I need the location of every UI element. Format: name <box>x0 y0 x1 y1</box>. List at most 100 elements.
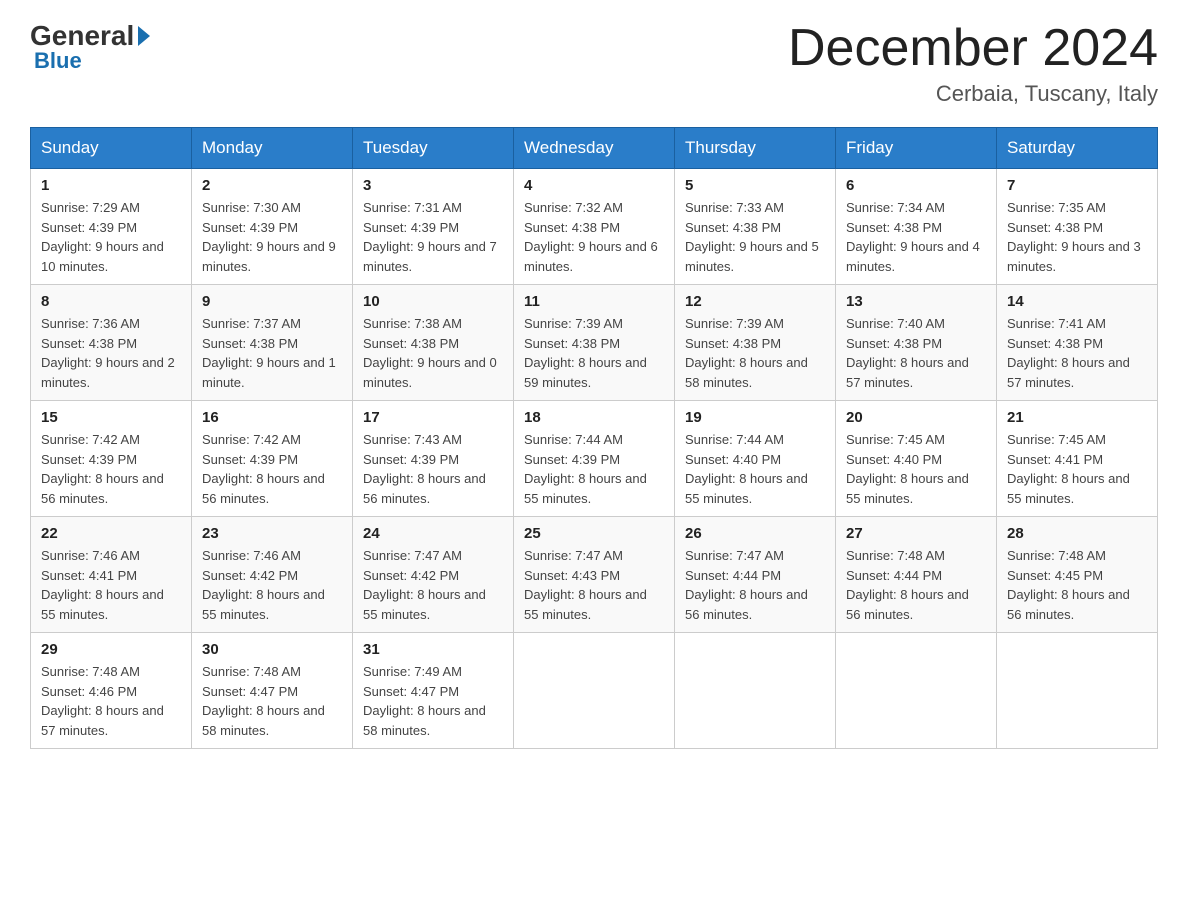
calendar-cell: 9 Sunrise: 7:37 AMSunset: 4:38 PMDaylight… <box>192 285 353 401</box>
day-number: 12 <box>685 293 825 310</box>
day-number: 29 <box>41 641 181 658</box>
calendar-cell: 30 Sunrise: 7:48 AMSunset: 4:47 PMDayligh… <box>192 633 353 749</box>
calendar-cell: 11 Sunrise: 7:39 AMSunset: 4:38 PMDayligh… <box>514 285 675 401</box>
day-number: 21 <box>1007 409 1147 426</box>
calendar-cell: 3 Sunrise: 7:31 AMSunset: 4:39 PMDaylight… <box>353 169 514 285</box>
day-info: Sunrise: 7:30 AMSunset: 4:39 PMDaylight:… <box>202 198 342 276</box>
calendar-cell: 8Sunrise: 7:36 AMSunset: 4:38 PMDaylight… <box>31 285 192 401</box>
calendar-cell: 18 Sunrise: 7:44 AMSunset: 4:39 PMDayligh… <box>514 401 675 517</box>
logo-arrow-icon <box>138 26 150 46</box>
calendar-cell: 19 Sunrise: 7:44 AMSunset: 4:40 PMDayligh… <box>675 401 836 517</box>
day-number: 19 <box>685 409 825 426</box>
day-info: Sunrise: 7:37 AMSunset: 4:38 PMDaylight:… <box>202 314 342 392</box>
day-info: Sunrise: 7:47 AMSunset: 4:43 PMDaylight:… <box>524 546 664 624</box>
calendar-cell: 13Sunrise: 7:40 AMSunset: 4:38 PMDayligh… <box>836 285 997 401</box>
calendar-cell: 12 Sunrise: 7:39 AMSunset: 4:38 PMDayligh… <box>675 285 836 401</box>
calendar-cell: 29 Sunrise: 7:48 AMSunset: 4:46 PMDayligh… <box>31 633 192 749</box>
week-row-2: 8Sunrise: 7:36 AMSunset: 4:38 PMDaylight… <box>31 285 1158 401</box>
day-number: 1 <box>41 177 181 194</box>
calendar-cell: 21 Sunrise: 7:45 AMSunset: 4:41 PMDayligh… <box>997 401 1158 517</box>
calendar-cell: 20 Sunrise: 7:45 AMSunset: 4:40 PMDayligh… <box>836 401 997 517</box>
column-header-thursday: Thursday <box>675 128 836 169</box>
logo: General Blue <box>30 20 150 74</box>
column-header-monday: Monday <box>192 128 353 169</box>
day-number: 25 <box>524 525 664 542</box>
day-info: Sunrise: 7:46 AMSunset: 4:42 PMDaylight:… <box>202 546 342 624</box>
calendar-cell: 4 Sunrise: 7:32 AMSunset: 4:38 PMDaylight… <box>514 169 675 285</box>
location-subtitle: Cerbaia, Tuscany, Italy <box>788 81 1158 107</box>
calendar-cell: 17Sunrise: 7:43 AMSunset: 4:39 PMDayligh… <box>353 401 514 517</box>
calendar-cell <box>675 633 836 749</box>
day-info: Sunrise: 7:45 AMSunset: 4:41 PMDaylight:… <box>1007 430 1147 508</box>
calendar-cell: 24 Sunrise: 7:47 AMSunset: 4:42 PMDayligh… <box>353 517 514 633</box>
calendar-cell: 7Sunrise: 7:35 AMSunset: 4:38 PMDaylight… <box>997 169 1158 285</box>
day-info: Sunrise: 7:48 AMSunset: 4:44 PMDaylight:… <box>846 546 986 624</box>
day-info: Sunrise: 7:39 AMSunset: 4:38 PMDaylight:… <box>685 314 825 392</box>
page-header: General Blue December 2024 Cerbaia, Tusc… <box>30 20 1158 107</box>
day-number: 11 <box>524 293 664 310</box>
day-info: Sunrise: 7:44 AMSunset: 4:40 PMDaylight:… <box>685 430 825 508</box>
calendar-cell: 22Sunrise: 7:46 AMSunset: 4:41 PMDayligh… <box>31 517 192 633</box>
day-number: 15 <box>41 409 181 426</box>
day-number: 26 <box>685 525 825 542</box>
calendar-cell <box>836 633 997 749</box>
calendar-cell: 31 Sunrise: 7:49 AMSunset: 4:47 PMDayligh… <box>353 633 514 749</box>
calendar-cell: 28 Sunrise: 7:48 AMSunset: 4:45 PMDayligh… <box>997 517 1158 633</box>
column-header-saturday: Saturday <box>997 128 1158 169</box>
column-header-tuesday: Tuesday <box>353 128 514 169</box>
day-number: 27 <box>846 525 986 542</box>
calendar-cell: 25 Sunrise: 7:47 AMSunset: 4:43 PMDayligh… <box>514 517 675 633</box>
day-number: 2 <box>202 177 342 194</box>
title-section: December 2024 Cerbaia, Tuscany, Italy <box>788 20 1158 107</box>
day-number: 14 <box>1007 293 1147 310</box>
day-info: Sunrise: 7:32 AMSunset: 4:38 PMDaylight:… <box>524 198 664 276</box>
day-number: 10 <box>363 293 503 310</box>
day-number: 6 <box>846 177 986 194</box>
day-number: 20 <box>846 409 986 426</box>
day-info: Sunrise: 7:49 AMSunset: 4:47 PMDaylight:… <box>363 662 503 740</box>
week-row-3: 15 Sunrise: 7:42 AMSunset: 4:39 PMDayligh… <box>31 401 1158 517</box>
day-info: Sunrise: 7:33 AMSunset: 4:38 PMDaylight:… <box>685 198 825 276</box>
day-info: Sunrise: 7:40 AMSunset: 4:38 PMDaylight:… <box>846 314 986 392</box>
day-info: Sunrise: 7:46 AMSunset: 4:41 PMDaylight:… <box>41 546 181 624</box>
day-number: 8 <box>41 293 181 310</box>
day-info: Sunrise: 7:31 AMSunset: 4:39 PMDaylight:… <box>363 198 503 276</box>
day-number: 18 <box>524 409 664 426</box>
day-number: 9 <box>202 293 342 310</box>
calendar-table: SundayMondayTuesdayWednesdayThursdayFrid… <box>30 127 1158 749</box>
day-info: Sunrise: 7:47 AMSunset: 4:42 PMDaylight:… <box>363 546 503 624</box>
calendar-cell: 5 Sunrise: 7:33 AMSunset: 4:38 PMDaylight… <box>675 169 836 285</box>
day-number: 5 <box>685 177 825 194</box>
day-number: 4 <box>524 177 664 194</box>
day-number: 31 <box>363 641 503 658</box>
day-info: Sunrise: 7:29 AMSunset: 4:39 PMDaylight:… <box>41 198 181 276</box>
calendar-cell <box>514 633 675 749</box>
calendar-cell: 15Sunrise: 7:42 AMSunset: 4:39 PMDayligh… <box>31 401 192 517</box>
day-number: 28 <box>1007 525 1147 542</box>
day-info: Sunrise: 7:42 AMSunset: 4:39 PMDaylight:… <box>202 430 342 508</box>
calendar-cell: 27 Sunrise: 7:48 AMSunset: 4:44 PMDayligh… <box>836 517 997 633</box>
column-header-friday: Friday <box>836 128 997 169</box>
calendar-cell: 23 Sunrise: 7:46 AMSunset: 4:42 PMDayligh… <box>192 517 353 633</box>
calendar-cell: 10 Sunrise: 7:38 AMSunset: 4:38 PMDayligh… <box>353 285 514 401</box>
column-header-wednesday: Wednesday <box>514 128 675 169</box>
day-info: Sunrise: 7:38 AMSunset: 4:38 PMDaylight:… <box>363 314 503 392</box>
calendar-cell: 2 Sunrise: 7:30 AMSunset: 4:39 PMDaylight… <box>192 169 353 285</box>
day-number: 3 <box>363 177 503 194</box>
day-number: 16 <box>202 409 342 426</box>
header-row: SundayMondayTuesdayWednesdayThursdayFrid… <box>31 128 1158 169</box>
calendar-header: SundayMondayTuesdayWednesdayThursdayFrid… <box>31 128 1158 169</box>
day-info: Sunrise: 7:48 AMSunset: 4:45 PMDaylight:… <box>1007 546 1147 624</box>
calendar-cell: 16 Sunrise: 7:42 AMSunset: 4:39 PMDayligh… <box>192 401 353 517</box>
logo-text-blue: Blue <box>34 48 82 74</box>
day-number: 30 <box>202 641 342 658</box>
column-header-sunday: Sunday <box>31 128 192 169</box>
day-info: Sunrise: 7:39 AMSunset: 4:38 PMDaylight:… <box>524 314 664 392</box>
day-info: Sunrise: 7:44 AMSunset: 4:39 PMDaylight:… <box>524 430 664 508</box>
day-number: 24 <box>363 525 503 542</box>
calendar-cell: 6Sunrise: 7:34 AMSunset: 4:38 PMDaylight… <box>836 169 997 285</box>
day-info: Sunrise: 7:48 AMSunset: 4:46 PMDaylight:… <box>41 662 181 740</box>
day-info: Sunrise: 7:48 AMSunset: 4:47 PMDaylight:… <box>202 662 342 740</box>
day-info: Sunrise: 7:45 AMSunset: 4:40 PMDaylight:… <box>846 430 986 508</box>
day-number: 23 <box>202 525 342 542</box>
